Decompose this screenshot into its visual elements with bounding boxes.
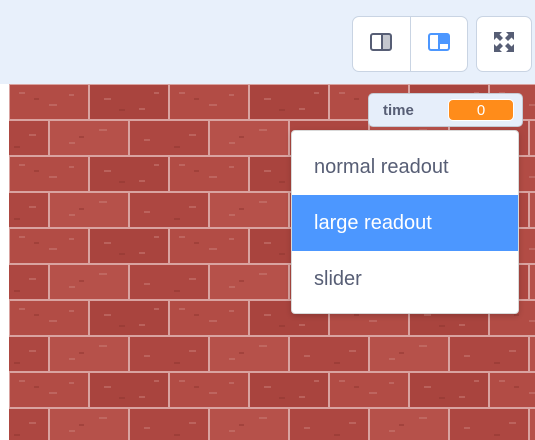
- monitor-value: 0: [448, 99, 514, 121]
- menu-item-normal-readout[interactable]: normal readout: [292, 139, 518, 195]
- menu-item-slider[interactable]: slider: [292, 251, 518, 307]
- stage-view: time 0 normal readout large readout slid…: [0, 0, 535, 440]
- monitor-label: time: [383, 101, 414, 119]
- monitor-context-menu: normal readout large readout slider: [291, 130, 519, 314]
- normal-stage-button[interactable]: [409, 17, 468, 71]
- stage-size-toggle: [352, 16, 468, 72]
- variable-monitor[interactable]: time 0: [368, 93, 523, 127]
- normal-stage-icon: [427, 32, 450, 56]
- stage-header: [0, 0, 535, 84]
- fullscreen-icon: [492, 30, 516, 59]
- menu-item-large-readout[interactable]: large readout: [292, 195, 518, 251]
- small-stage-icon: [370, 32, 393, 56]
- small-stage-button[interactable]: [353, 17, 410, 71]
- fullscreen-button[interactable]: [476, 16, 532, 72]
